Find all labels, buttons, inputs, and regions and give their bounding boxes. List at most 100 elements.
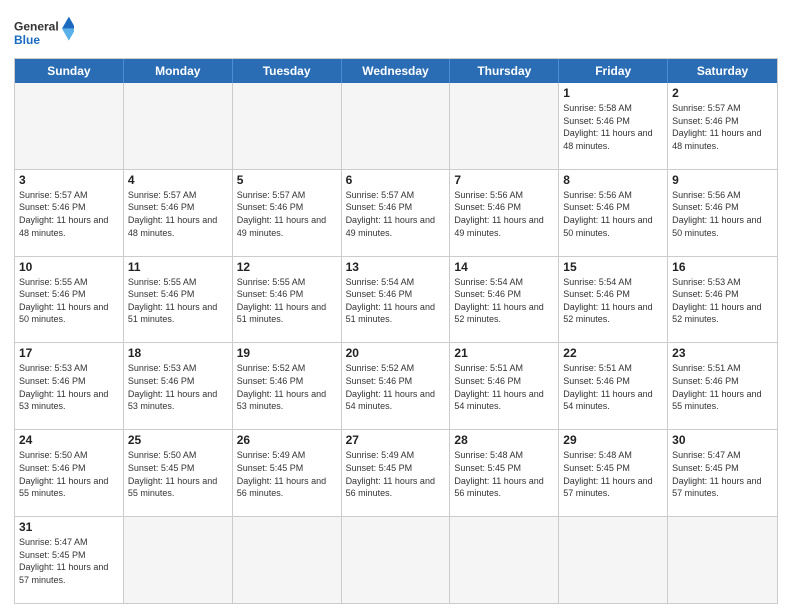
day-number: 29	[563, 433, 663, 447]
day-info: Sunrise: 5:53 AM Sunset: 5:46 PM Dayligh…	[672, 276, 773, 326]
calendar-cell: 26 Sunrise: 5:49 AM Sunset: 5:45 PM Dayli…	[233, 430, 342, 516]
calendar-cell: 12 Sunrise: 5:55 AM Sunset: 5:46 PM Dayli…	[233, 257, 342, 343]
calendar-cell	[124, 83, 233, 169]
week-row-5: 24Sunrise: 5:50 AM Sunset: 5:46 PM Dayli…	[15, 429, 777, 516]
day-info: Sunrise: 5:57 AM Sunset: 5:46 PM Dayligh…	[237, 189, 337, 239]
header-day-wednesday: Wednesday	[342, 59, 451, 83]
day-number: 24	[19, 433, 119, 447]
day-info: Sunrise: 5:48 AM Sunset: 5:45 PM Dayligh…	[454, 449, 554, 499]
day-info: Sunrise: 5:53 AM Sunset: 5:46 PM Dayligh…	[19, 362, 119, 412]
calendar-cell: 15 Sunrise: 5:54 AM Sunset: 5:46 PM Dayli…	[559, 257, 668, 343]
day-number: 7	[454, 173, 554, 187]
header-day-saturday: Saturday	[668, 59, 777, 83]
calendar-cell: 10 Sunrise: 5:55 AM Sunset: 5:46 PM Dayli…	[15, 257, 124, 343]
day-info: Sunrise: 5:51 AM Sunset: 5:46 PM Dayligh…	[454, 362, 554, 412]
calendar-cell	[342, 517, 451, 603]
calendar-cell	[450, 83, 559, 169]
calendar-cell: 13Sunrise: 5:54 AM Sunset: 5:46 PM Dayli…	[342, 257, 451, 343]
day-number: 21	[454, 346, 554, 360]
calendar-cell: 16 Sunrise: 5:53 AM Sunset: 5:46 PM Dayli…	[668, 257, 777, 343]
calendar-cell	[559, 517, 668, 603]
calendar-cell: 14Sunrise: 5:54 AM Sunset: 5:46 PM Dayli…	[450, 257, 559, 343]
day-number: 1	[563, 86, 663, 100]
svg-text:Blue: Blue	[14, 33, 40, 47]
header-day-friday: Friday	[559, 59, 668, 83]
calendar-cell	[233, 83, 342, 169]
calendar-cell: 30Sunrise: 5:47 AM Sunset: 5:45 PM Dayli…	[668, 430, 777, 516]
day-info: Sunrise: 5:53 AM Sunset: 5:46 PM Dayligh…	[128, 362, 228, 412]
calendar-body: 1 Sunrise: 5:58 AM Sunset: 5:46 PM Daylig…	[15, 83, 777, 603]
week-row-3: 10 Sunrise: 5:55 AM Sunset: 5:46 PM Dayli…	[15, 256, 777, 343]
header-day-sunday: Sunday	[15, 59, 124, 83]
calendar-cell: 29 Sunrise: 5:48 AM Sunset: 5:45 PM Dayli…	[559, 430, 668, 516]
header-day-tuesday: Tuesday	[233, 59, 342, 83]
calendar-cell: 20Sunrise: 5:52 AM Sunset: 5:46 PM Dayli…	[342, 343, 451, 429]
day-info: Sunrise: 5:56 AM Sunset: 5:46 PM Dayligh…	[454, 189, 554, 239]
day-info: Sunrise: 5:54 AM Sunset: 5:46 PM Dayligh…	[346, 276, 446, 326]
calendar-cell: 23 Sunrise: 5:51 AM Sunset: 5:46 PM Dayli…	[668, 343, 777, 429]
calendar-cell: 19 Sunrise: 5:52 AM Sunset: 5:46 PM Dayli…	[233, 343, 342, 429]
day-info: Sunrise: 5:57 AM Sunset: 5:46 PM Dayligh…	[346, 189, 446, 239]
day-info: Sunrise: 5:55 AM Sunset: 5:46 PM Dayligh…	[237, 276, 337, 326]
calendar-cell: 7 Sunrise: 5:56 AM Sunset: 5:46 PM Daylig…	[450, 170, 559, 256]
calendar-cell: 18 Sunrise: 5:53 AM Sunset: 5:46 PM Dayli…	[124, 343, 233, 429]
calendar-cell: 25Sunrise: 5:50 AM Sunset: 5:45 PM Dayli…	[124, 430, 233, 516]
day-number: 26	[237, 433, 337, 447]
day-number: 3	[19, 173, 119, 187]
day-number: 23	[672, 346, 773, 360]
calendar-cell	[668, 517, 777, 603]
calendar-cell: 17 Sunrise: 5:53 AM Sunset: 5:46 PM Dayli…	[15, 343, 124, 429]
calendar-cell	[233, 517, 342, 603]
day-number: 19	[237, 346, 337, 360]
logo-svg: General Blue	[14, 12, 74, 52]
calendar-cell: 6 Sunrise: 5:57 AM Sunset: 5:46 PM Daylig…	[342, 170, 451, 256]
day-info: Sunrise: 5:55 AM Sunset: 5:46 PM Dayligh…	[19, 276, 119, 326]
week-row-4: 17 Sunrise: 5:53 AM Sunset: 5:46 PM Dayli…	[15, 342, 777, 429]
day-number: 22	[563, 346, 663, 360]
calendar-cell: 24Sunrise: 5:50 AM Sunset: 5:46 PM Dayli…	[15, 430, 124, 516]
calendar-cell	[342, 83, 451, 169]
header: General Blue	[14, 12, 778, 52]
day-info: Sunrise: 5:47 AM Sunset: 5:45 PM Dayligh…	[672, 449, 773, 499]
day-info: Sunrise: 5:51 AM Sunset: 5:46 PM Dayligh…	[672, 362, 773, 412]
calendar-cell: 1 Sunrise: 5:58 AM Sunset: 5:46 PM Daylig…	[559, 83, 668, 169]
day-number: 18	[128, 346, 228, 360]
day-info: Sunrise: 5:48 AM Sunset: 5:45 PM Dayligh…	[563, 449, 663, 499]
day-number: 11	[128, 260, 228, 274]
week-row-6: 31Sunrise: 5:47 AM Sunset: 5:45 PM Dayli…	[15, 516, 777, 603]
day-info: Sunrise: 5:55 AM Sunset: 5:46 PM Dayligh…	[128, 276, 228, 326]
day-info: Sunrise: 5:58 AM Sunset: 5:46 PM Dayligh…	[563, 102, 663, 152]
page: General Blue SundayMondayTuesdayWednesda…	[0, 0, 792, 612]
day-number: 14	[454, 260, 554, 274]
day-number: 10	[19, 260, 119, 274]
day-info: Sunrise: 5:52 AM Sunset: 5:46 PM Dayligh…	[237, 362, 337, 412]
calendar-cell: 11 Sunrise: 5:55 AM Sunset: 5:46 PM Dayli…	[124, 257, 233, 343]
day-number: 25	[128, 433, 228, 447]
day-number: 12	[237, 260, 337, 274]
day-number: 6	[346, 173, 446, 187]
day-number: 8	[563, 173, 663, 187]
day-number: 17	[19, 346, 119, 360]
day-number: 2	[672, 86, 773, 100]
calendar-cell: 8 Sunrise: 5:56 AM Sunset: 5:46 PM Daylig…	[559, 170, 668, 256]
calendar-cell	[15, 83, 124, 169]
day-info: Sunrise: 5:49 AM Sunset: 5:45 PM Dayligh…	[237, 449, 337, 499]
day-info: Sunrise: 5:57 AM Sunset: 5:46 PM Dayligh…	[128, 189, 228, 239]
day-info: Sunrise: 5:52 AM Sunset: 5:46 PM Dayligh…	[346, 362, 446, 412]
svg-text:General: General	[14, 19, 59, 33]
calendar-cell: 22Sunrise: 5:51 AM Sunset: 5:46 PM Dayli…	[559, 343, 668, 429]
calendar-cell: 31Sunrise: 5:47 AM Sunset: 5:45 PM Dayli…	[15, 517, 124, 603]
calendar-cell: 21 Sunrise: 5:51 AM Sunset: 5:46 PM Dayli…	[450, 343, 559, 429]
week-row-1: 1 Sunrise: 5:58 AM Sunset: 5:46 PM Daylig…	[15, 83, 777, 169]
day-number: 27	[346, 433, 446, 447]
day-info: Sunrise: 5:56 AM Sunset: 5:46 PM Dayligh…	[563, 189, 663, 239]
header-day-thursday: Thursday	[450, 59, 559, 83]
day-info: Sunrise: 5:54 AM Sunset: 5:46 PM Dayligh…	[563, 276, 663, 326]
day-number: 15	[563, 260, 663, 274]
calendar-cell	[450, 517, 559, 603]
calendar-cell: 28Sunrise: 5:48 AM Sunset: 5:45 PM Dayli…	[450, 430, 559, 516]
day-info: Sunrise: 5:57 AM Sunset: 5:46 PM Dayligh…	[19, 189, 119, 239]
calendar-cell: 3 Sunrise: 5:57 AM Sunset: 5:46 PM Daylig…	[15, 170, 124, 256]
day-number: 16	[672, 260, 773, 274]
day-info: Sunrise: 5:49 AM Sunset: 5:45 PM Dayligh…	[346, 449, 446, 499]
